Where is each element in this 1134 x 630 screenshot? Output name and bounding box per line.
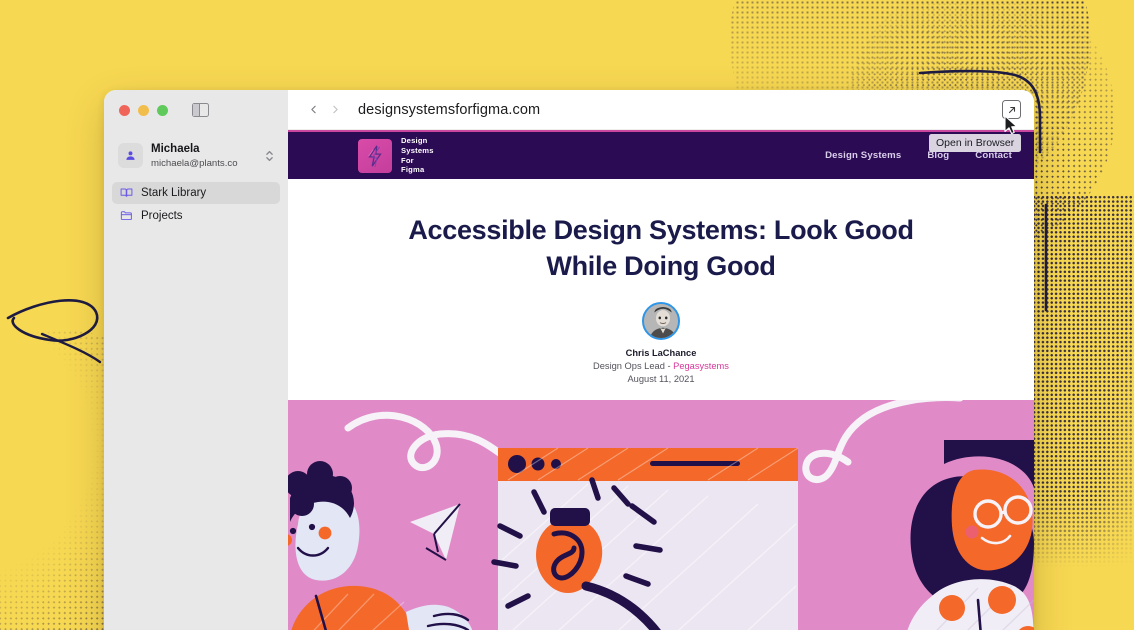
publish-date: August 11, 2021 xyxy=(627,374,695,385)
author-org-link[interactable]: Pegasystems xyxy=(673,361,729,371)
site-logo[interactable]: Design Systems For Figma xyxy=(358,136,434,175)
hero-illustration xyxy=(288,400,1034,630)
logo-line: Figma xyxy=(401,165,425,175)
titlebar-left xyxy=(104,90,288,130)
address-bar[interactable]: designsystemsforfigma.com xyxy=(358,102,540,118)
account-text: Michaela michaela@plants.co xyxy=(151,143,265,169)
sidebar-item-stark-library[interactable]: Stark Library xyxy=(112,181,280,204)
webview: Design Systems For Figma Design Systems … xyxy=(288,130,1034,630)
folder-icon xyxy=(119,209,134,222)
author-role-prefix: Design Ops Lead - xyxy=(593,361,674,372)
sidebar-item-label: Projects xyxy=(141,209,183,222)
screen: designsystemsforfigma.com Michaela micha… xyxy=(0,0,1134,630)
logo-line: For xyxy=(401,155,414,165)
maximize-window-button[interactable] xyxy=(157,104,168,116)
account-email: michaela@plants.co xyxy=(151,157,238,169)
forward-button[interactable] xyxy=(324,99,346,121)
account-switcher[interactable]: Michaela michaela@plants.co xyxy=(112,138,280,174)
author-block: Chris LaChance Design Ops Lead - Pegasys… xyxy=(348,302,974,384)
sidebar-item-label: Stark Library xyxy=(141,186,207,199)
sidebar-toggle-icon[interactable] xyxy=(192,103,209,117)
window-body: Michaela michaela@plants.co Stark Librar… xyxy=(104,130,1034,630)
chevron-up-down-icon[interactable] xyxy=(265,149,274,163)
browser-toolbar: designsystemsforfigma.com xyxy=(288,90,1034,130)
account-name: Michaela xyxy=(151,143,200,155)
page-title: Accessible Design Systems: Look Good Whi… xyxy=(408,215,914,281)
hero-illustration-art xyxy=(288,400,1034,630)
logo-line: Design xyxy=(401,136,428,146)
author-role: Design Ops Lead - Pegasystems xyxy=(348,361,974,371)
author-name: Chris LaChance xyxy=(625,348,697,359)
close-window-button[interactable] xyxy=(119,104,130,116)
app-window: designsystemsforfigma.com Michaela micha… xyxy=(104,90,1034,630)
sidebar: Michaela michaela@plants.co Stark Librar… xyxy=(104,130,288,630)
lightning-bolt-logo-icon xyxy=(358,138,392,173)
minimize-window-button[interactable] xyxy=(138,104,149,116)
article-header: Accessible Design Systems: Look Good Whi… xyxy=(288,179,1034,384)
sidebar-item-projects[interactable]: Projects xyxy=(112,205,280,227)
site-logo-text: Design Systems For Figma xyxy=(401,136,434,175)
logo-line: Systems xyxy=(401,145,434,155)
window-titlebar: designsystemsforfigma.com xyxy=(104,90,1034,130)
site-navbar: Design Systems For Figma Design Systems … xyxy=(288,130,1034,179)
nav-link-design-systems[interactable]: Design Systems xyxy=(825,150,901,161)
mouse-cursor xyxy=(1004,115,1018,140)
book-icon xyxy=(119,186,134,199)
avatar xyxy=(642,302,680,341)
person-icon xyxy=(118,143,143,169)
back-button[interactable] xyxy=(302,99,324,121)
